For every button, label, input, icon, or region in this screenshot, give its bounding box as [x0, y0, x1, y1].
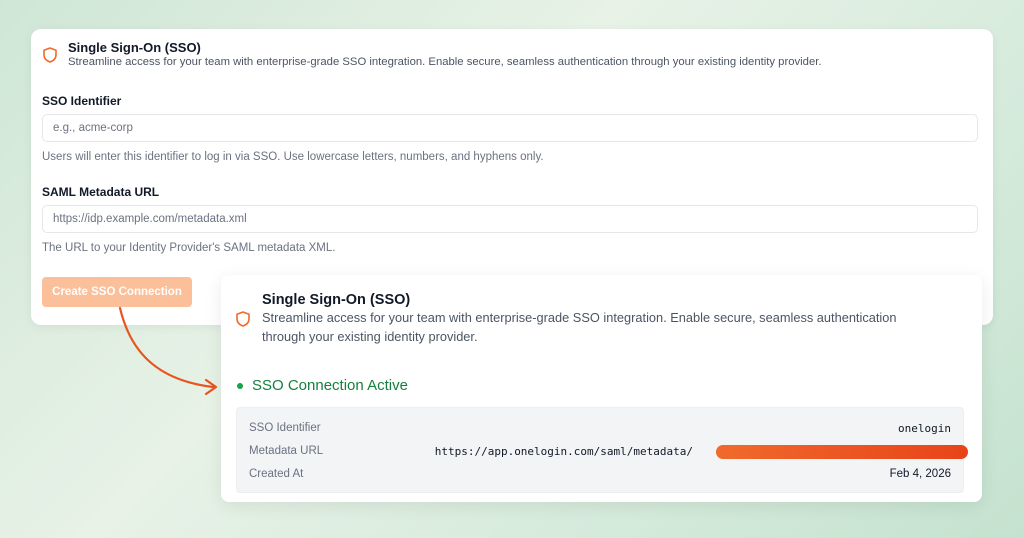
sso-setup-title: Single Sign-On (SSO) [68, 40, 201, 55]
sso-status: SSO Connection Active [237, 377, 408, 394]
saml-url-input[interactable] [42, 205, 978, 233]
sso-identifier-input[interactable] [42, 114, 978, 142]
sso-status-text: SSO Connection Active [252, 377, 408, 394]
sso-identifier-hint: Users will enter this identifier to log … [42, 151, 544, 163]
saml-url-label: SAML Metadata URL [42, 185, 160, 199]
sso-active-subtitle-line1: Streamline access for your team with ent… [262, 310, 897, 325]
detail-value: https://app.onelogin.com/saml/metadata/ [434, 445, 693, 458]
saml-url-hint: The URL to your Identity Provider's SAML… [42, 242, 336, 254]
sso-details-panel: SSO Identifier onelogin Metadata URL htt… [236, 407, 968, 493]
shield-icon [236, 311, 250, 327]
sso-active-subtitle-line2: through your existing identity provider. [262, 329, 478, 344]
detail-key: SSO Identifier [249, 422, 321, 434]
detail-row-identifier: SSO Identifier onelogin [249, 422, 951, 438]
sso-active-title: Single Sign-On (SSO) [262, 292, 411, 308]
detail-value: onelogin [898, 422, 951, 435]
detail-key: Created At [249, 468, 304, 480]
status-dot-icon [237, 382, 243, 389]
redaction-bar [716, 445, 968, 459]
curved-arrow-icon [118, 306, 218, 396]
detail-value: Feb 4, 2026 [889, 468, 951, 480]
detail-key: Metadata URL [249, 445, 324, 457]
detail-row-created-at: Created At Feb 4, 2026 [249, 468, 951, 484]
shield-icon [43, 47, 57, 63]
sso-setup-subtitle: Streamline access for your team with ent… [68, 56, 822, 68]
sso-identifier-label: SSO Identifier [42, 94, 122, 108]
sso-active-card: Single Sign-On (SSO) Streamline access f… [221, 275, 982, 502]
detail-row-metadata-url: Metadata URL https://app.onelogin.com/sa… [249, 445, 968, 461]
